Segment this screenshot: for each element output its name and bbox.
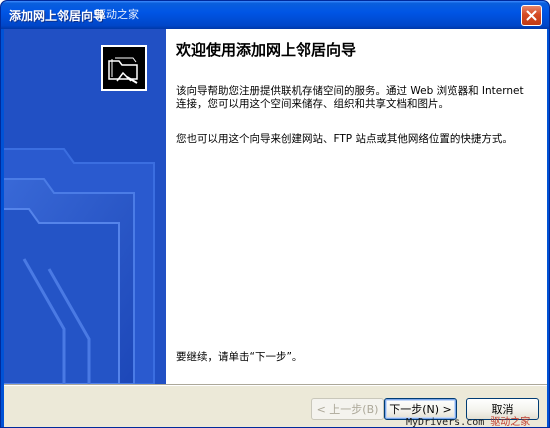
network-folder-icon (108, 57, 138, 84)
wizard-window: 添加网上邻居向导 驱动之家 欢迎使用添加网上邻居向导 该向导帮助您注册提供联机存… (0, 0, 550, 428)
wizard-icon-box (101, 45, 147, 91)
watermark-top: 驱动之家 (95, 8, 139, 21)
close-icon (526, 10, 537, 21)
back-button[interactable]: < 上一步(B) (311, 398, 384, 420)
wizard-heading: 欢迎使用添加网上邻居向导 (176, 41, 357, 59)
close-button[interactable] (521, 5, 542, 26)
window-title: 添加网上邻居向导 (9, 9, 106, 23)
title-bar[interactable]: 添加网上邻居向导 驱动之家 (1, 1, 549, 29)
watermark-name: 驱动之家 (490, 417, 531, 428)
wizard-side-banner (4, 29, 166, 384)
intro-paragraph: 该向导帮助您注册提供联机存储空间的服务。通过 Web 浏览器和 Internet… (176, 85, 524, 110)
watermark-site: MyDrivers.com (406, 417, 485, 428)
button-divider (4, 384, 547, 386)
wizard-content: 欢迎使用添加网上邻居向导 该向导帮助您注册提供联机存储空间的服务。通过 Web … (166, 29, 547, 384)
watermark-bottom: MyDrivers.com 驱动之家 (406, 413, 531, 428)
shortcut-paragraph: 您也可以用这个向导来创建网站、FTP 站点或其他网络位置的快捷方式。 (176, 133, 513, 145)
dialog-body: 欢迎使用添加网上邻居向导 该向导帮助您注册提供联机存储空间的服务。通过 Web … (4, 29, 547, 428)
continue-prompt: 要继续，请单击“下一步”。 (176, 351, 303, 363)
